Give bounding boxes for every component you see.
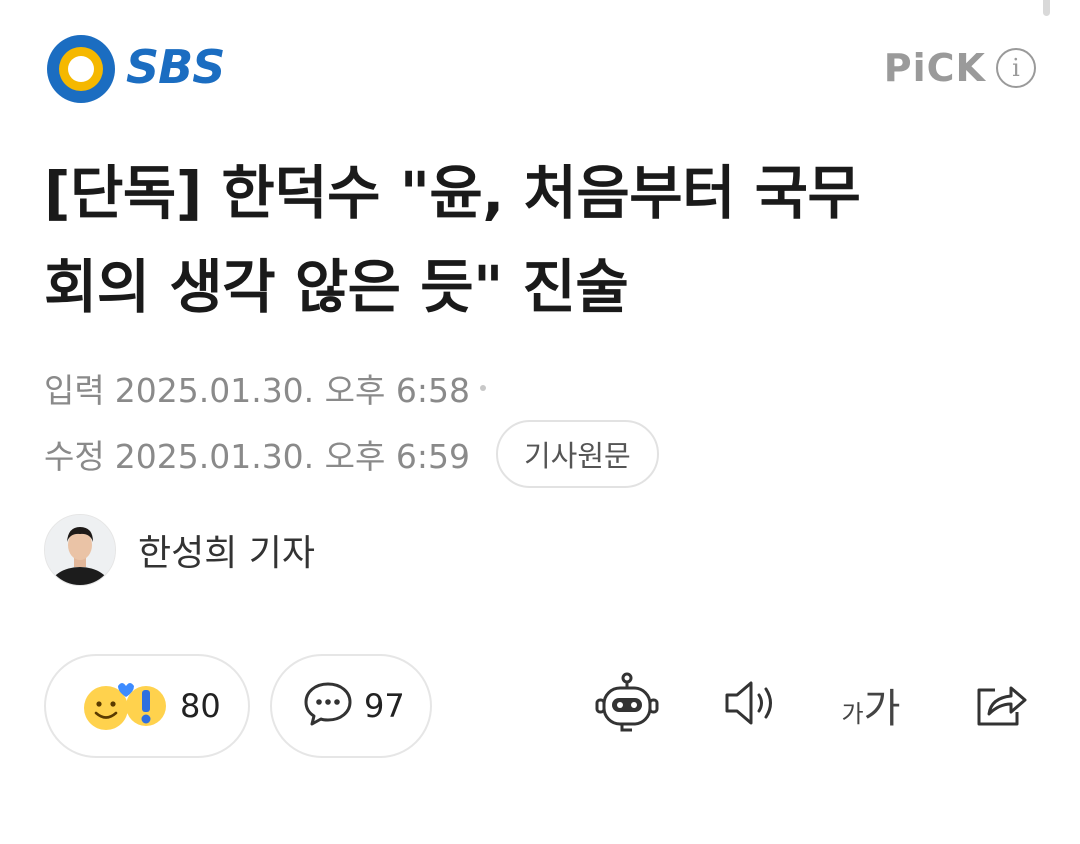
reaction-count: 80 (180, 687, 221, 725)
speaker-icon (721, 678, 781, 732)
press-logo[interactable]: SBS (44, 32, 225, 106)
font-size-small-label: 가 (841, 700, 864, 728)
article-title-line2: 회의 생각 않은 듯" 진술 (44, 253, 629, 321)
reporter-avatar[interactable] (44, 514, 116, 586)
article-title-line1: [단독] 한덕수 "윤, 처음부터 국무 (44, 159, 861, 227)
text-to-speech-button[interactable] (716, 670, 786, 740)
published-label: 입력 (44, 371, 105, 410)
press-name: SBS (126, 40, 225, 94)
ai-bot-icon (594, 670, 660, 740)
published-date: 2025.01.30. 오후 6:58 (114, 371, 470, 410)
comment-button[interactable]: 97 (270, 654, 432, 758)
pick-area[interactable]: PiCK i (884, 46, 1036, 90)
share-icon (971, 676, 1031, 734)
share-button[interactable] (966, 670, 1036, 740)
reaction-button[interactable]: 80 (44, 654, 250, 758)
published-row: 입력 2025.01.30. 오후 6:58 (44, 358, 659, 418)
info-icon[interactable]: i (996, 48, 1036, 88)
modified-label: 수정 (44, 437, 105, 476)
original-article-button[interactable]: 기사원문 (495, 420, 659, 488)
article-meta: 입력 2025.01.30. 오후 6:58 수정 2025.01.30. 오후… (44, 358, 659, 488)
article-title: [단독] 한덕수 "윤, 처음부터 국무 회의 생각 않은 듯" 진술 (44, 146, 1044, 334)
sbs-logo-icon (44, 32, 118, 106)
reporter-info[interactable]: 한성희 기자 (44, 514, 315, 586)
ai-summary-button[interactable] (592, 670, 662, 740)
separator-dot (479, 385, 486, 391)
press-header: SBS PiCK i (44, 32, 1036, 112)
font-size-button[interactable]: 가가 (836, 670, 906, 740)
comment-count: 97 (364, 687, 405, 725)
reporter-name[interactable]: 한성희 기자 (138, 524, 315, 576)
pick-label: PiCK (883, 46, 986, 90)
font-size-icon: 가가 (842, 676, 901, 734)
modified-row: 수정 2025.01.30. 오후 6:59 기사원문 (44, 420, 659, 488)
scroll-indicator[interactable] (1043, 0, 1050, 16)
comment-icon (302, 680, 354, 732)
font-size-large-label: 가 (863, 686, 901, 732)
modified-date: 2025.01.30. 오후 6:59 (114, 437, 470, 476)
reaction-icon (80, 674, 170, 738)
